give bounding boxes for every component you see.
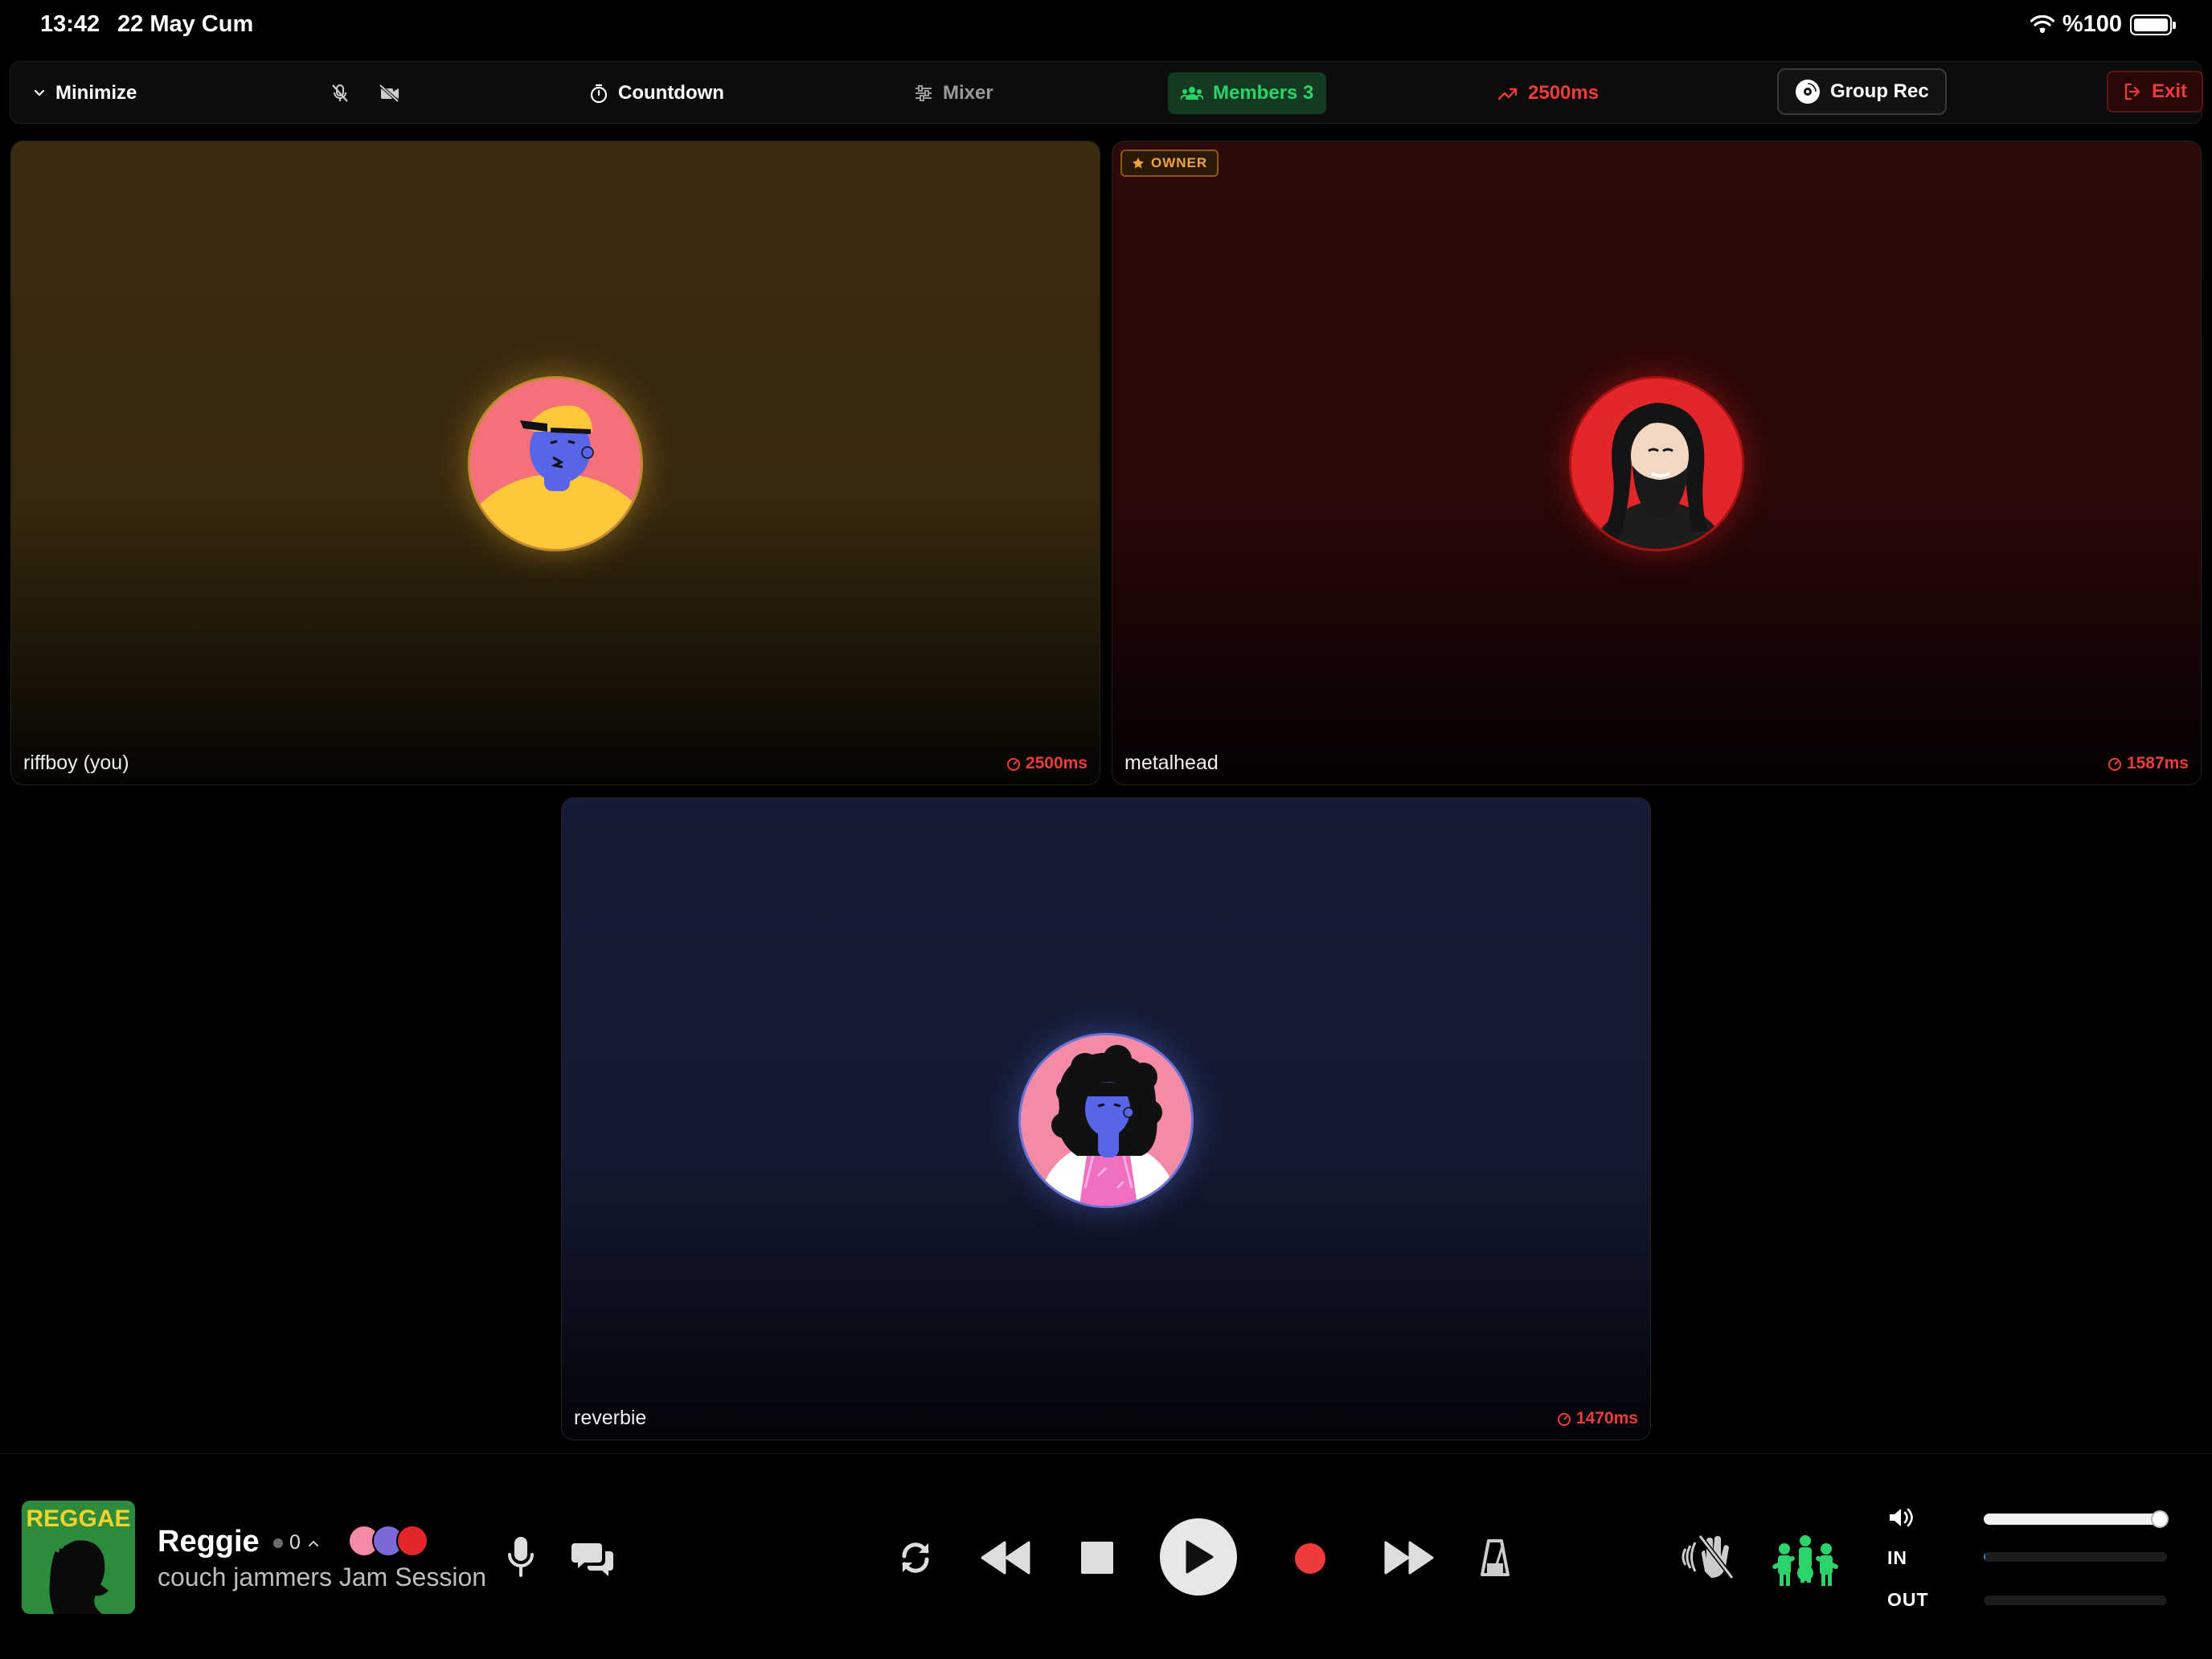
volume-icon-button[interactable]	[1887, 1505, 1915, 1530]
rewind-icon	[981, 1541, 1030, 1575]
song-title: Reggie	[158, 1525, 260, 1559]
logout-icon	[2124, 83, 2140, 100]
mic-off-icon	[332, 84, 348, 102]
chevron-up-icon[interactable]	[307, 1538, 320, 1549]
record-icon	[1295, 1543, 1325, 1574]
minimize-label: Minimize	[55, 82, 137, 104]
record-button[interactable]	[1294, 1542, 1326, 1575]
wifi-icon	[2030, 14, 2054, 33]
minimize-button[interactable]: Minimize	[33, 62, 137, 125]
output-meter-label: OUT	[1887, 1589, 1929, 1610]
fast-forward-icon	[1384, 1541, 1434, 1575]
users-icon	[1181, 87, 1203, 100]
mixer-button[interactable]: Mixer	[914, 62, 993, 125]
album-art[interactable]: REGGAE	[22, 1501, 135, 1614]
microphone-icon	[508, 1537, 534, 1577]
status-dot	[273, 1538, 283, 1548]
session-toolbar: Minimize Countdown Mixer Members 3 2500m…	[10, 61, 2204, 125]
gauge-icon	[1557, 1413, 1571, 1426]
owner-badge-label: OWNER	[1151, 155, 1208, 170]
hand-sound-icon	[1682, 1534, 1735, 1579]
repeat-icon	[902, 1542, 929, 1573]
metronome-button[interactable]	[1477, 1536, 1513, 1579]
participant-avatars[interactable]	[348, 1525, 428, 1557]
status-date: 22 May Cum	[117, 11, 254, 37]
play-button[interactable]	[1160, 1518, 1237, 1596]
avatar	[468, 376, 643, 551]
exit-button[interactable]: Exit	[2107, 71, 2204, 113]
status-time: 13:42	[40, 11, 100, 37]
band-button[interactable]	[1768, 1531, 1842, 1587]
camera-toggle-button[interactable]	[379, 62, 401, 125]
timer-icon	[590, 84, 608, 104]
exit-label: Exit	[2152, 80, 2188, 102]
gauge-icon	[2108, 758, 2121, 771]
participant-name: reverbie	[574, 1407, 647, 1429]
song-meta: 0	[273, 1531, 320, 1555]
countdown-button[interactable]: Countdown	[589, 62, 724, 125]
star-icon	[1133, 158, 1144, 169]
latency-value: 1470ms	[1575, 1409, 1638, 1428]
mixer-label: Mixer	[943, 82, 993, 104]
latency-value: 2500ms	[1025, 754, 1088, 772]
avatar-bearded-man-icon	[1571, 379, 1742, 549]
participant-latency: 1587ms	[2108, 754, 2189, 773]
stop-button[interactable]	[1079, 1539, 1116, 1576]
battery-percent: %100	[2062, 11, 2122, 37]
owner-badge: OWNER	[1120, 150, 1219, 177]
avatar	[1018, 1033, 1194, 1208]
status-right: %100	[2030, 11, 2176, 38]
camera-off-icon	[379, 84, 399, 103]
participant-tile-reverbie[interactable]: reverbie 1470ms	[561, 797, 1651, 1440]
rewind-button[interactable]	[979, 1538, 1030, 1578]
chat-button[interactable]	[571, 1539, 616, 1578]
input-meter-fill	[1984, 1552, 1986, 1562]
fast-forward-button[interactable]	[1384, 1538, 1436, 1578]
input-meter	[1984, 1552, 2167, 1562]
avatar	[1569, 376, 1744, 551]
chat-bubbles-icon	[571, 1543, 613, 1576]
latency-label: 2500ms	[1528, 82, 1600, 104]
avatar-curly-woman-icon	[1021, 1035, 1191, 1206]
mini-avatar	[396, 1525, 428, 1557]
metronome-icon	[1481, 1539, 1509, 1576]
output-meter	[1984, 1596, 2167, 1605]
group-rec-label: Group Rec	[1830, 80, 1929, 102]
speaker-icon	[1890, 1508, 1913, 1527]
mic-button[interactable]	[505, 1534, 537, 1579]
play-icon	[1186, 1540, 1214, 1574]
band-icon	[1772, 1535, 1838, 1586]
participant-tile-riffboy[interactable]: riffboy (you) 2500ms	[10, 141, 1100, 785]
volume-slider-track[interactable]	[1984, 1514, 2167, 1525]
monitor-button[interactable]	[1680, 1533, 1738, 1581]
countdown-label: Countdown	[618, 82, 724, 104]
participant-name: metalhead	[1124, 752, 1219, 774]
gauge-icon	[1006, 758, 1020, 771]
input-meter-label: IN	[1887, 1547, 1907, 1568]
participant-latency: 1470ms	[1557, 1409, 1638, 1428]
session-name: couch jammers Jam Session	[158, 1563, 487, 1591]
stop-icon	[1081, 1542, 1113, 1574]
participant-latency: 2500ms	[1006, 754, 1088, 773]
disc-icon	[1796, 80, 1820, 104]
reggae-silhouette-icon	[49, 1540, 109, 1614]
battery-icon	[2130, 14, 2176, 35]
group-rec-button[interactable]: Group Rec	[1777, 68, 1947, 115]
song-count: 0	[289, 1531, 301, 1554]
loop-button[interactable]	[895, 1538, 936, 1578]
mic-toggle-button[interactable]	[330, 62, 350, 125]
members-label: Members 3	[1213, 82, 1314, 104]
trending-up-icon	[1497, 88, 1518, 100]
volume-slider-knob[interactable]	[2151, 1510, 2169, 1528]
status-bar: 13:42 22 May Cum %100	[0, 0, 2212, 51]
chevron-down-icon	[34, 89, 45, 96]
avatar-man-cap-icon	[470, 379, 641, 549]
sliders-icon	[916, 85, 932, 101]
participant-name: riffboy (you)	[23, 752, 129, 774]
latency-button[interactable]: 2500ms	[1497, 62, 1599, 125]
participant-tile-metalhead[interactable]: OWNER metalhead 1587ms	[1112, 141, 2202, 785]
player-bar: REGGAE Reggie 0 couch jammers Jam Sessio…	[0, 1453, 2212, 1659]
latency-value: 1587ms	[2126, 754, 2189, 772]
members-button[interactable]: Members 3	[1168, 72, 1327, 114]
